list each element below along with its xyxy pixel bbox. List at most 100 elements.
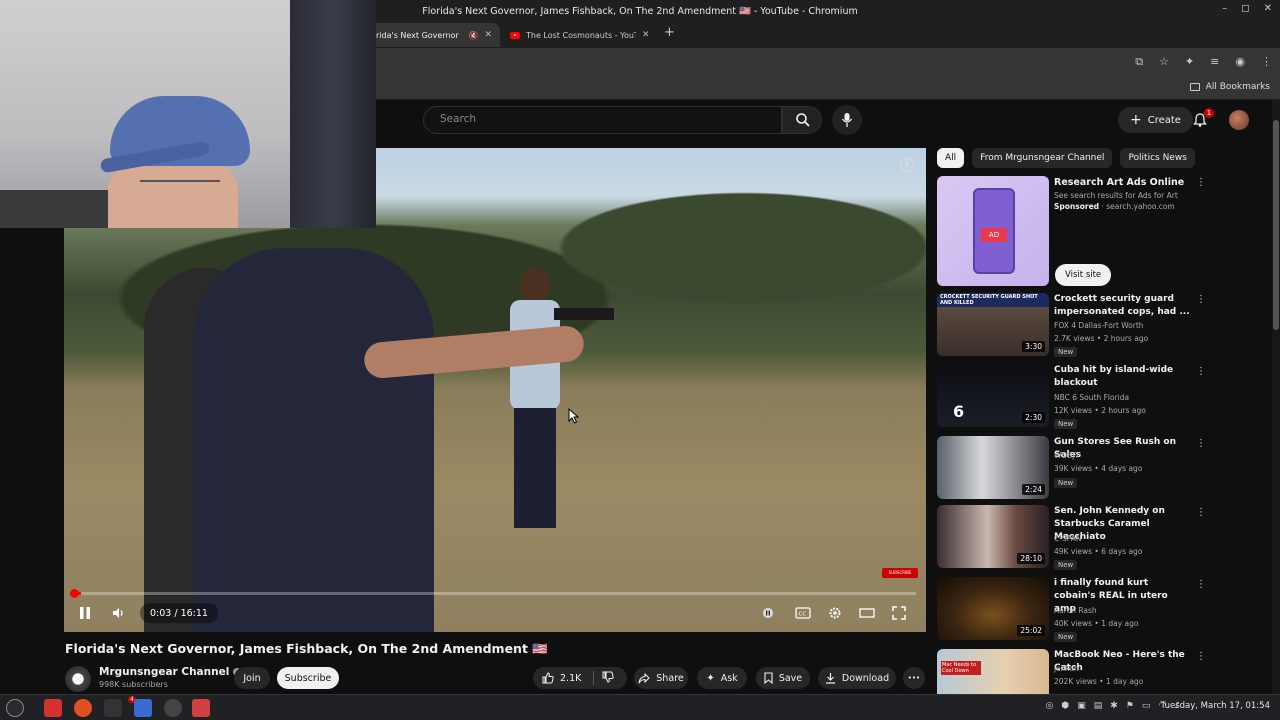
download-label: Download [841,672,890,684]
rec-item[interactable]: 28:10 Sen. John Kennedy on Starbucks Car… [937,505,1197,570]
settings-button[interactable] [825,604,845,622]
rec-menu-kebab-icon[interactable]: ⋮ [1196,507,1206,518]
share-button[interactable]: Share [634,667,688,689]
rec-menu-kebab-icon[interactable]: ⋮ [1196,579,1206,590]
rec-menu-kebab-icon[interactable]: ⋮ [1196,438,1206,449]
more-actions-button[interactable]: ••• [903,667,925,689]
tab-close-icon[interactable]: ✕ [484,30,492,40]
tray-lock-icon[interactable]: ▣ [1077,701,1086,711]
rec-channel[interactable]: WDBJ7 [1054,451,1079,460]
pause-button[interactable] [79,604,91,622]
rec-menu-kebab-icon[interactable]: ⋮ [1196,294,1206,305]
rec-channel[interactable]: jakkuh [1054,664,1079,673]
channel-avatar[interactable] [65,666,91,692]
muted-icon[interactable]: 🔇 [468,31,478,40]
subscribe-watermark[interactable]: SUBSCRIBE [882,568,918,578]
tray-app-icon[interactable]: ◎ [1046,701,1054,711]
captions-button[interactable]: CC [793,604,813,622]
tray-display-icon[interactable]: ▭ [1142,701,1151,711]
rec-title[interactable]: Cuba hit by island-wide blackout [1054,364,1190,390]
channel-name-text: Mrgunsngear Channel [99,666,230,678]
chip-from-channel[interactable]: From Mrgunsngear Channel [972,148,1113,168]
rec-thumbnail[interactable]: 28:10 [937,505,1049,568]
tab-active[interactable]: rida's Next Governor 🔇 ✕ [368,23,500,47]
ad-title[interactable]: Research Art Ads Online [1054,177,1184,188]
rec-thumbnail[interactable]: 25:02 [937,577,1049,640]
tray-notify-icon[interactable]: ⚑ [1126,701,1134,711]
install-app-icon[interactable]: ⧉ [1135,55,1143,69]
maximize-button[interactable]: ◻ [1241,3,1249,14]
autoplay-icon [763,608,773,618]
rec-thumbnail[interactable]: Mac Needs to Cool Down [937,649,1049,694]
close-window-button[interactable]: ✕ [1264,3,1272,14]
start-menu-icon[interactable] [6,699,24,717]
media-controls-icon[interactable]: ≡ [1210,55,1219,69]
channel-name[interactable]: Mrgunsngear Channel [99,666,242,678]
obs-icon[interactable] [164,699,182,717]
tray-clipboard-icon[interactable]: ▤ [1094,701,1103,711]
rec-item[interactable]: 25:02 i finally found kurt cobain's REAL… [937,577,1197,642]
account-avatar[interactable] [1229,110,1249,130]
rec-menu-kebab-icon[interactable]: ⋮ [1196,651,1206,662]
search-input[interactable]: Search [423,106,782,134]
rec-menu-kebab-icon[interactable]: ⋮ [1196,366,1206,377]
save-button[interactable]: Save [756,667,810,689]
ad-thumbnail[interactable]: AD [937,176,1049,286]
browser-icon[interactable] [74,699,92,717]
chip-all[interactable]: All [937,148,965,168]
rec-thumbnail[interactable]: 2:24 [937,436,1049,499]
subscribe-button[interactable]: Subscribe [277,667,339,689]
rec-channel[interactable]: FOX 4 Dallas-Fort Worth [1054,321,1144,330]
time-display: 0:03 / 16:11 [140,603,218,623]
bookmark-star-icon[interactable]: ☆ [1159,55,1169,69]
page-scrollbar[interactable] [1272,100,1280,694]
visit-site-button[interactable]: Visit site [1055,264,1112,286]
volume-button[interactable] [112,604,126,622]
minimize-button[interactable]: – [1222,3,1227,14]
new-tab-button[interactable]: + [664,25,675,40]
ask-button[interactable]: ✦ Ask [697,667,747,689]
rec-item[interactable]: Mac Needs to Cool Down MacBook Neo - Her… [937,649,1197,694]
image-viewer-icon[interactable] [192,699,210,717]
rec-title[interactable]: Crockett security guard impersonated cop… [1054,293,1190,319]
join-button[interactable]: Join [234,667,270,689]
all-bookmarks-button[interactable]: All Bookmarks [1189,82,1270,92]
terminal-icon[interactable] [104,699,122,717]
download-button[interactable]: Download [818,667,896,689]
app-icon[interactable] [134,699,152,717]
chip-politics-news[interactable]: Politics News [1120,148,1195,168]
search-button[interactable] [782,106,822,134]
rec-meta: 39K views • 4 days ago [1054,464,1143,473]
filter-chips: All From Mrgunsngear Channel Politics Ne… [937,148,1195,168]
like-button[interactable]: 2.1K [533,672,581,684]
scrollbar-thumb[interactable] [1273,120,1279,330]
theater-mode-button[interactable] [857,604,877,622]
tray-shield-icon[interactable]: ⬢ [1061,701,1069,711]
tab-close-icon[interactable]: ✕ [642,30,650,40]
menu-kebab-icon[interactable]: ⋮ [1261,55,1272,69]
rec-channel[interactable]: C-SPAN [1054,534,1082,543]
clock: Tuesday, March 17, 01:54 [1160,701,1270,711]
rec-item[interactable]: 2:24 Gun Stores See Rush on Sales WDBJ7 … [937,436,1197,500]
progress-bar[interactable] [74,592,916,595]
dislike-button[interactable] [598,671,615,686]
file-manager-icon[interactable] [44,699,62,717]
tab-lost-cosmonauts[interactable]: The Lost Cosmonauts - YouTu ✕ [502,23,658,47]
extensions-icon[interactable]: ✦ [1185,55,1194,69]
fullscreen-button[interactable] [889,604,909,622]
profile-icon[interactable]: ◉ [1235,55,1245,69]
rec-channel[interactable]: NBC 6 South Florida [1054,393,1129,402]
voice-search-button[interactable] [832,105,862,135]
info-icon[interactable]: i [900,158,914,172]
rec-channel[interactable]: Aaron Rash [1054,606,1097,615]
rec-thumbnail[interactable]: 6 2:30 [937,364,1049,427]
ad-menu-kebab-icon[interactable]: ⋮ [1196,177,1206,188]
create-button[interactable]: + Create [1118,107,1193,133]
rec-item[interactable]: CROCKETT SECURITY GUARD SHOT AND KILLED … [937,293,1197,357]
progress-scrubber[interactable] [70,589,79,598]
tray-settings-icon[interactable]: ✱ [1110,701,1118,711]
autoplay-toggle[interactable] [758,604,778,622]
rec-duration: 3:30 [1022,341,1045,352]
rec-thumbnail[interactable]: CROCKETT SECURITY GUARD SHOT AND KILLED … [937,293,1049,356]
rec-item[interactable]: 6 2:30 Cuba hit by island-wide blackout … [937,364,1197,429]
